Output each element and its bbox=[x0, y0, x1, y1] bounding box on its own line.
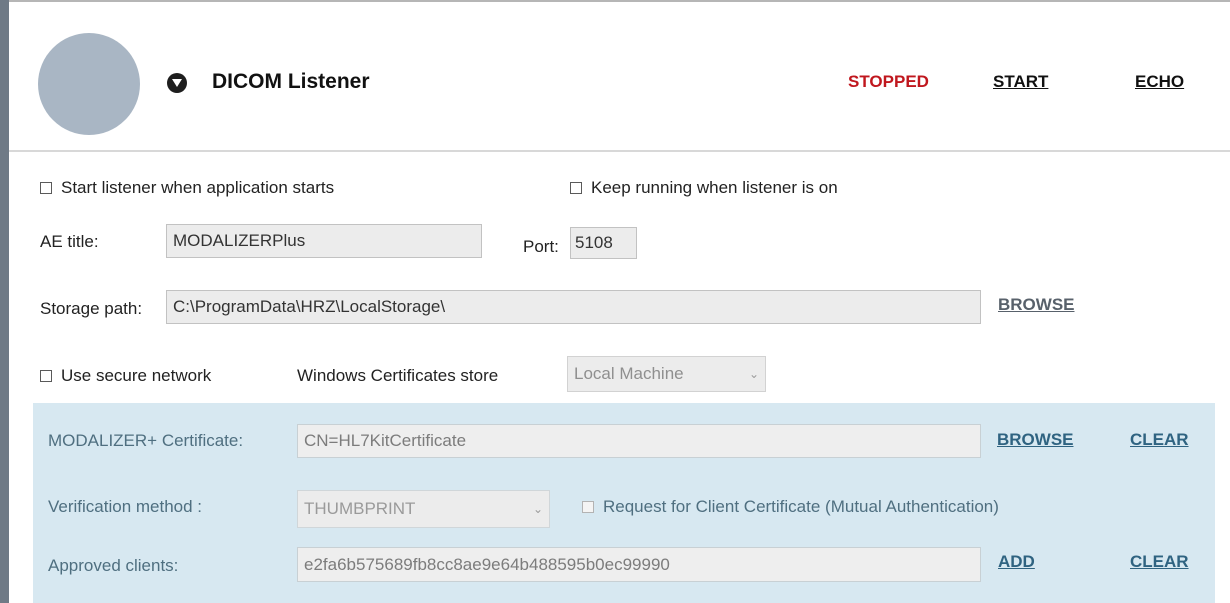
use-secure-checkbox[interactable] bbox=[40, 370, 52, 382]
ae-title-label: AE title: bbox=[40, 232, 99, 251]
mutual-auth-label: Request for Client Certificate (Mutual A… bbox=[603, 497, 999, 516]
cert-store-label: Windows Certificates store bbox=[297, 366, 499, 385]
approved-add-button[interactable]: ADD bbox=[998, 552, 1035, 572]
port-input[interactable]: 5108 bbox=[570, 227, 637, 259]
collapse-toggle-icon[interactable] bbox=[167, 73, 187, 93]
header-divider bbox=[9, 150, 1230, 152]
storage-path-input[interactable]: C:\ProgramData\HRZ\LocalStorage\ bbox=[166, 290, 981, 324]
start-button[interactable]: START bbox=[993, 72, 1048, 92]
window-left-edge bbox=[0, 0, 9, 603]
use-secure-label: Use secure network bbox=[61, 366, 212, 385]
start-with-app-label: Start listener when application starts bbox=[61, 178, 335, 197]
status-label: STOPPED bbox=[848, 72, 929, 91]
ae-title-input[interactable]: MODALIZERPlus bbox=[166, 224, 482, 258]
approved-clear-button[interactable]: CLEAR bbox=[1130, 552, 1189, 572]
approved-clients-input[interactable]: e2fa6b575689fb8cc8ae9e64b488595b0ec99990 bbox=[297, 547, 981, 582]
avatar bbox=[38, 33, 140, 135]
top-border bbox=[9, 0, 1230, 2]
keep-running-checkbox[interactable] bbox=[570, 182, 582, 194]
certificate-browse-button[interactable]: BROWSE bbox=[997, 430, 1074, 450]
certificate-input[interactable]: CN=HL7KitCertificate bbox=[297, 424, 981, 458]
chevron-down-icon: ⌄ bbox=[748, 367, 759, 381]
use-secure-option[interactable]: Use secure network bbox=[40, 366, 211, 386]
start-with-app-checkbox[interactable] bbox=[40, 182, 52, 194]
approved-clients-label: Approved clients: bbox=[48, 556, 179, 575]
chevron-down-icon: ⌄ bbox=[532, 502, 543, 516]
start-with-app-option[interactable]: Start listener when application starts bbox=[40, 178, 334, 198]
port-label: Port: bbox=[523, 237, 559, 256]
keep-running-label: Keep running when listener is on bbox=[591, 178, 838, 197]
certificate-label: MODALIZER+ Certificate: bbox=[48, 431, 244, 450]
page-title: DICOM Listener bbox=[212, 70, 370, 93]
cert-store-value: Local Machine bbox=[574, 364, 684, 383]
keep-running-option[interactable]: Keep running when listener is on bbox=[570, 178, 838, 198]
echo-button[interactable]: ECHO bbox=[1135, 72, 1184, 92]
verification-method-value: THUMBPRINT bbox=[304, 499, 416, 518]
mutual-auth-checkbox[interactable] bbox=[582, 501, 594, 513]
triangle-down-icon bbox=[172, 79, 182, 87]
certificate-clear-button[interactable]: CLEAR bbox=[1130, 430, 1189, 450]
storage-browse-button[interactable]: BROWSE bbox=[998, 295, 1075, 315]
verification-method-select[interactable]: THUMBPRINT ⌄ bbox=[297, 490, 550, 528]
storage-path-label: Storage path: bbox=[40, 299, 143, 318]
verification-method-label: Verification method : bbox=[48, 497, 203, 516]
mutual-auth-option[interactable]: Request for Client Certificate (Mutual A… bbox=[582, 497, 999, 517]
cert-store-select[interactable]: Local Machine ⌄ bbox=[567, 356, 766, 392]
